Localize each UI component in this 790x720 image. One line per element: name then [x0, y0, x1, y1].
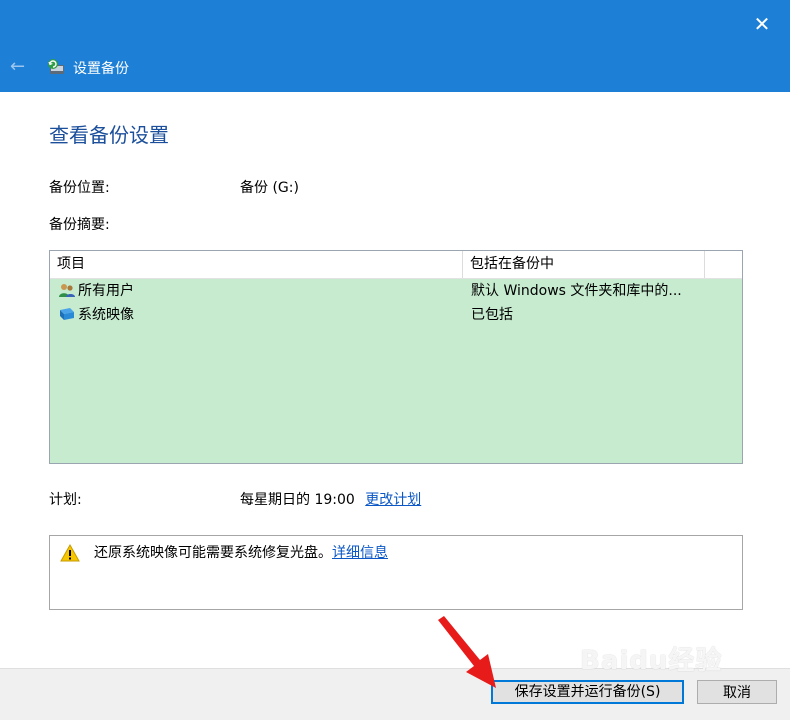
title-bar: ✕ ← 设置备份 — [0, 0, 790, 92]
row-item-label: 所有用户 — [78, 283, 134, 299]
table-row[interactable]: 系统映像 已包括 — [50, 303, 742, 327]
warning-notice: 还原系统映像可能需要系统修复光盘。详细信息 — [49, 535, 743, 610]
page-heading: 查看备份设置 — [49, 123, 169, 147]
main-content: 查看备份设置 备份位置: 备份 (G:) 备份摘要: 项目 包括在备份中 所有用… — [0, 92, 790, 668]
schedule-value-container: 每星期日的 19:00 更改计划 — [240, 489, 421, 509]
column-header-included[interactable]: 包括在备份中 — [463, 251, 705, 278]
users-icon — [59, 284, 75, 297]
column-header-item[interactable]: 项目 — [50, 251, 463, 278]
backup-location-label: 备份位置: — [49, 180, 110, 196]
table-cell-item: 所有用户 — [58, 279, 458, 303]
backup-location-value: 备份 (G:) — [240, 180, 299, 196]
column-header-empty — [705, 251, 742, 278]
table-header: 项目 包括在备份中 — [50, 251, 742, 279]
table-row[interactable]: 所有用户 默认 Windows 文件夹和库中的... — [50, 279, 742, 303]
change-schedule-link[interactable]: 更改计划 — [365, 492, 421, 508]
close-button[interactable]: ✕ — [752, 14, 772, 34]
backup-window: ✕ ← 设置备份 查看备份设置 备份位置: 备份 (G:) 备份摘要: 项目 包… — [0, 0, 790, 720]
details-link[interactable]: 详细信息 — [332, 545, 388, 561]
window-title: 设置备份 — [73, 61, 129, 77]
warning-icon — [60, 544, 80, 562]
row-item-label: 系统映像 — [78, 307, 134, 323]
table-cell-included: 默认 Windows 文件夹和库中的... — [471, 283, 682, 299]
watermark-text: Baidu经验 — [580, 646, 723, 676]
table-cell-included: 已包括 — [471, 307, 513, 323]
back-button[interactable]: ← — [10, 58, 30, 76]
notice-message: 还原系统映像可能需要系统修复光盘。详细信息 — [94, 542, 388, 562]
notice-text: 还原系统映像可能需要系统修复光盘。 — [94, 545, 332, 561]
save-and-run-backup-button[interactable]: 保存设置并运行备份(S) — [491, 680, 684, 704]
backup-summary-table: 项目 包括在备份中 所有用户 默认 Windows 文件夹和库中的... 系统映… — [49, 250, 743, 464]
backup-app-icon — [48, 59, 64, 74]
system-image-icon — [60, 308, 74, 320]
backup-summary-label: 备份摘要: — [49, 217, 110, 233]
table-cell-item: 系统映像 — [58, 303, 458, 327]
cancel-button[interactable]: 取消 — [697, 680, 777, 704]
schedule-value: 每星期日的 19:00 — [240, 492, 355, 508]
schedule-label: 计划: — [49, 492, 82, 508]
red-arrow-annotation — [438, 616, 496, 688]
